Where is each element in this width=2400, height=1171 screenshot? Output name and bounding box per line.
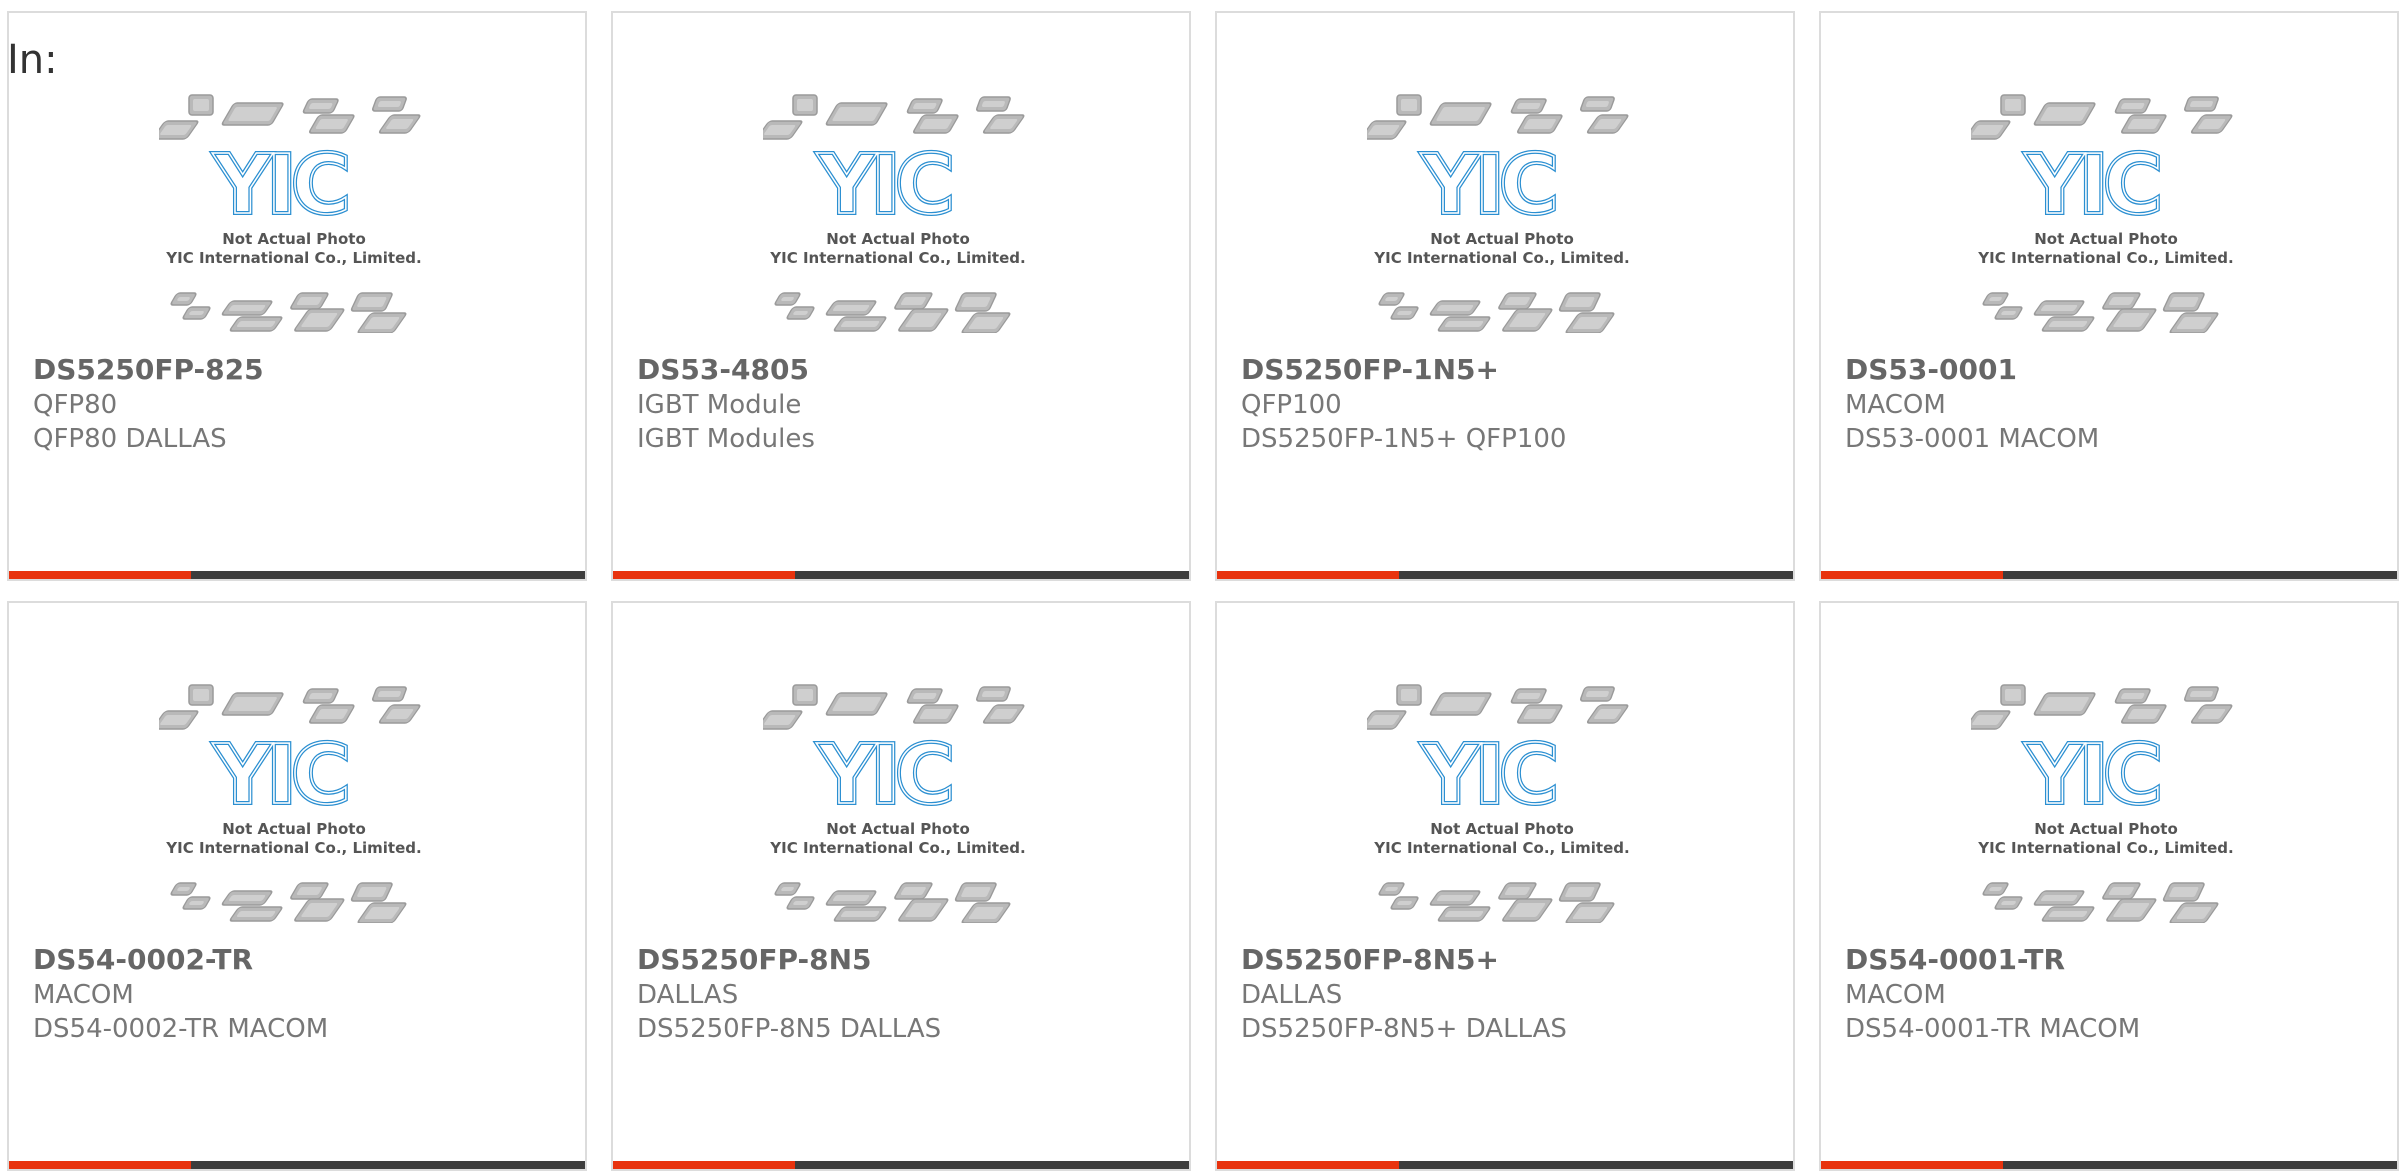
part-number[interactable]: DS5250FP-1N5+	[1241, 353, 1499, 386]
chips-top-decoration	[756, 684, 1025, 730]
product-card[interactable]: YIC YIC Not Actual Photo YIC Internation…	[1215, 11, 1795, 581]
product-grid: YIC YIC Not Actual Photo YIC Internation…	[7, 11, 2399, 1171]
product-card[interactable]: YIC YIC Not Actual Photo YIC Internation…	[1819, 11, 2399, 581]
product-card[interactable]: YIC YIC Not Actual Photo YIC Internation…	[611, 11, 1191, 581]
caption-line-1: Not Actual Photo	[222, 820, 366, 838]
package-text: IGBT Module	[637, 390, 802, 420]
chips-bottom-decoration	[170, 882, 407, 924]
card-bottom-bar	[9, 1161, 585, 1169]
chips-top-decoration	[1360, 94, 1629, 140]
product-card[interactable]: YIC YIC Not Actual Photo YIC Internation…	[7, 601, 587, 1171]
card-bar-accent	[1217, 1161, 1399, 1169]
svg-text:YIC: YIC	[816, 728, 950, 823]
svg-text:YIC: YIC	[212, 728, 346, 823]
part-number[interactable]: DS53-4805	[637, 353, 809, 386]
product-image[interactable]: YIC YIC Not Actual Photo YIC Internation…	[1360, 93, 1637, 334]
in-label: In:	[7, 37, 58, 83]
product-image[interactable]: YIC YIC Not Actual Photo YIC Internation…	[756, 683, 1033, 924]
caption-line-2: YIC International Co., Limited.	[769, 249, 1025, 267]
product-card[interactable]: YIC YIC Not Actual Photo YIC Internation…	[611, 601, 1191, 1171]
caption-line-1: Not Actual Photo	[1430, 820, 1574, 838]
chips-top-decoration	[756, 94, 1025, 140]
description-text: DS5250FP-8N5 DALLAS	[637, 1014, 942, 1044]
card-bar-accent	[9, 1161, 191, 1169]
svg-text:YIC: YIC	[816, 138, 950, 233]
chips-top-decoration	[1964, 684, 2233, 730]
product-card[interactable]: YIC YIC Not Actual Photo YIC Internation…	[7, 11, 587, 581]
caption-line-1: Not Actual Photo	[1430, 230, 1574, 248]
description-text: DS5250FP-8N5+ DALLAS	[1241, 1014, 1567, 1044]
svg-text:YIC: YIC	[1420, 728, 1554, 823]
product-image[interactable]: YIC YIC Not Actual Photo YIC Internation…	[1360, 683, 1637, 924]
caption-line-1: Not Actual Photo	[2034, 230, 2178, 248]
caption-line-2: YIC International Co., Limited.	[165, 839, 421, 857]
product-image[interactable]: YIC YIC Not Actual Photo YIC Internation…	[1964, 93, 2241, 334]
card-bottom-bar	[613, 571, 1189, 579]
product-card[interactable]: YIC YIC Not Actual Photo YIC Internation…	[1215, 601, 1795, 1171]
card-bottom-bar	[9, 571, 585, 579]
chips-bottom-decoration	[1378, 292, 1615, 334]
card-bar-accent	[1821, 1161, 2003, 1169]
caption-line-2: YIC International Co., Limited.	[769, 839, 1025, 857]
caption-line-2: YIC International Co., Limited.	[1977, 839, 2233, 857]
part-number[interactable]: DS54-0002-TR	[33, 943, 253, 976]
product-card[interactable]: YIC YIC Not Actual Photo YIC Internation…	[1819, 601, 2399, 1171]
chips-top-decoration	[1360, 684, 1629, 730]
svg-text:YIC: YIC	[2024, 728, 2158, 823]
caption-line-1: Not Actual Photo	[826, 230, 970, 248]
package-text: QFP100	[1241, 390, 1342, 420]
part-number[interactable]: DS5250FP-8N5+	[1241, 943, 1499, 976]
product-image[interactable]: YIC YIC Not Actual Photo YIC Internation…	[152, 93, 429, 334]
svg-text:YIC: YIC	[212, 138, 346, 233]
card-bar-accent	[613, 1161, 795, 1169]
card-bottom-bar	[1821, 1161, 2397, 1169]
caption-line-1: Not Actual Photo	[222, 230, 366, 248]
description-text: DS54-0001-TR MACOM	[1845, 1014, 2141, 1044]
package-text: MACOM	[1845, 980, 1946, 1010]
chips-bottom-decoration	[1982, 882, 2219, 924]
description-text: DS53-0001 MACOM	[1845, 424, 2100, 454]
caption-line-1: Not Actual Photo	[826, 820, 970, 838]
svg-text:YIC: YIC	[2024, 138, 2158, 233]
chips-bottom-decoration	[774, 882, 1011, 924]
caption-line-2: YIC International Co., Limited.	[1977, 249, 2233, 267]
caption-line-2: YIC International Co., Limited.	[165, 249, 421, 267]
caption-line-2: YIC International Co., Limited.	[1373, 839, 1629, 857]
package-text: DALLAS	[1241, 980, 1343, 1010]
product-image[interactable]: YIC YIC Not Actual Photo YIC Internation…	[1964, 683, 2241, 924]
part-number[interactable]: DS5250FP-8N5	[637, 943, 872, 976]
package-text: MACOM	[1845, 390, 1946, 420]
svg-text:YIC: YIC	[1420, 138, 1554, 233]
chips-top-decoration	[152, 94, 421, 140]
card-bottom-bar	[1821, 571, 2397, 579]
description-text: IGBT Modules	[637, 424, 815, 454]
chips-bottom-decoration	[774, 292, 1011, 334]
card-bar-accent	[1217, 571, 1399, 579]
caption-line-1: Not Actual Photo	[2034, 820, 2178, 838]
chips-bottom-decoration	[1982, 292, 2219, 334]
chips-top-decoration	[1964, 94, 2233, 140]
product-image[interactable]: YIC YIC Not Actual Photo YIC Internation…	[756, 93, 1033, 334]
part-number[interactable]: DS54-0001-TR	[1845, 943, 2065, 976]
caption-line-2: YIC International Co., Limited.	[1373, 249, 1629, 267]
card-bottom-bar	[613, 1161, 1189, 1169]
card-bottom-bar	[1217, 1161, 1793, 1169]
card-bottom-bar	[1217, 571, 1793, 579]
description-text: QFP80 DALLAS	[33, 424, 227, 454]
description-text: DS54-0002-TR MACOM	[33, 1014, 329, 1044]
product-image[interactable]: YIC YIC Not Actual Photo YIC Internation…	[152, 683, 429, 924]
card-bar-accent	[9, 571, 191, 579]
card-bar-accent	[613, 571, 795, 579]
package-text: MACOM	[33, 980, 134, 1010]
description-text: DS5250FP-1N5+ QFP100	[1241, 424, 1567, 454]
card-bar-accent	[1821, 571, 2003, 579]
chips-top-decoration	[152, 684, 421, 730]
chips-bottom-decoration	[170, 292, 407, 334]
package-text: DALLAS	[637, 980, 739, 1010]
part-number[interactable]: DS5250FP-825	[33, 353, 264, 386]
chips-bottom-decoration	[1378, 882, 1615, 924]
part-number[interactable]: DS53-0001	[1845, 353, 2017, 386]
package-text: QFP80	[33, 390, 118, 420]
